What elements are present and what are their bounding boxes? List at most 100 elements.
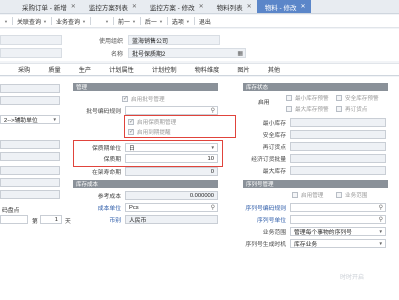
- options-button[interactable]: 选项 ▼: [168, 17, 194, 26]
- checkbox[interactable]: [292, 192, 298, 198]
- reorder-checkbox[interactable]: 再订货点: [336, 105, 367, 113]
- max-stock-warn-label: 最大库存预警: [295, 107, 329, 113]
- subtab-production[interactable]: 生产: [70, 65, 100, 74]
- tab-monitor-scheme-edit[interactable]: 监控方案 - 修改 ✕: [142, 0, 209, 13]
- subtab-purchase[interactable]: 采购: [0, 65, 39, 74]
- serial-gen-select[interactable]: 库存业务 ▼: [290, 239, 386, 248]
- serial-scope-value: 管理每个事物的序列号: [294, 230, 352, 236]
- tab-monitor-scheme-list[interactable]: 监控方案列表 ✕: [81, 0, 142, 13]
- related-query-button[interactable]: 关联查询 ▼: [13, 17, 51, 26]
- max-stock-label: 最大库存: [262, 169, 286, 175]
- multilang-icon[interactable]: ▦: [237, 50, 243, 57]
- enable-serial-checkbox[interactable]: 启用管理: [292, 191, 323, 199]
- left-field-4[interactable]: [0, 152, 60, 161]
- serial-unit-input[interactable]: ⚲: [290, 215, 386, 224]
- currency-value: 人民币: [129, 218, 147, 224]
- min-stock-input[interactable]: [290, 118, 386, 127]
- close-icon[interactable]: ✕: [199, 3, 204, 10]
- batch-rule-row: 批号编码规则 ⚲: [73, 106, 218, 115]
- search-icon[interactable]: ⚲: [379, 216, 383, 223]
- serial-scope-select[interactable]: 管理每个事物的序列号 ▼: [290, 227, 386, 236]
- chevron-down-icon: ▼: [81, 18, 86, 24]
- search-icon[interactable]: ⚲: [211, 107, 215, 114]
- cycle-count-field[interactable]: [0, 215, 28, 224]
- eoq-label: 经济订货批量: [251, 157, 286, 163]
- min-stock-warn-label: 最小库存预警: [295, 96, 329, 102]
- unique-checkbox[interactable]: 业务范围: [336, 191, 367, 199]
- ref-cost-input[interactable]: 0.000000: [125, 191, 218, 200]
- remind-label: 在架寿命期: [92, 170, 121, 176]
- ref-cost-value: 0.000000: [189, 192, 214, 199]
- cost-title: 库存成本: [76, 182, 99, 188]
- related-query-label: 关联查询: [16, 19, 41, 26]
- chevron-down-icon: ▼: [52, 117, 57, 122]
- tab-label: 监控方案列表: [88, 4, 128, 12]
- safe-stock-warn-label: 安全库存预警: [345, 96, 379, 102]
- safe-stock-checkbox[interactable]: 安全库存预警: [336, 94, 379, 102]
- serial-unit-label: 序列号单位: [257, 218, 286, 224]
- serial-unit-row: 序列号单位 ⚲: [243, 215, 386, 224]
- serial-rule-input[interactable]: ⚲: [290, 203, 386, 212]
- cycle-count-qty-input[interactable]: 1: [40, 215, 62, 224]
- checkbox[interactable]: [122, 95, 128, 102]
- left-field-2[interactable]: [0, 96, 60, 105]
- tab-material-edit[interactable]: 物料 - 修改 ✕: [256, 0, 311, 13]
- close-icon[interactable]: ✕: [247, 3, 252, 10]
- toolbar-blank-button[interactable]: ▼: [91, 19, 113, 24]
- chevron-down-icon: ▼: [185, 18, 190, 24]
- toolbar-dropdown-left[interactable]: ▼: [0, 19, 12, 24]
- tab-material-list[interactable]: 物料列表 ✕: [209, 0, 257, 13]
- batch-rule-input[interactable]: ⚲: [125, 106, 218, 115]
- subtab-image[interactable]: 图片: [228, 65, 258, 74]
- search-icon[interactable]: ⚲: [379, 204, 383, 211]
- search-icon[interactable]: ⚲: [211, 204, 215, 211]
- currency-input[interactable]: 人民币: [125, 215, 218, 224]
- ref-cost-label: 参考成本: [97, 194, 121, 200]
- left-field-6[interactable]: [0, 178, 60, 187]
- serial-rule-label: 序列号编码规则: [245, 206, 286, 212]
- eoq-row: 经济订货批量: [243, 154, 386, 163]
- exit-button[interactable]: 退出: [195, 17, 215, 26]
- eoq-input[interactable]: [290, 154, 386, 163]
- reorder-input[interactable]: [290, 142, 386, 151]
- left-field-7[interactable]: [0, 190, 60, 199]
- checkbox[interactable]: [336, 192, 342, 198]
- batch-rule-label: 批号编码规则: [86, 109, 121, 115]
- subtab-quality[interactable]: 质量: [39, 65, 69, 74]
- cost-unit-row: 成本单位 Pcs ⚲: [73, 203, 218, 212]
- name-field[interactable]: 批号保质期2 ▦: [128, 48, 246, 58]
- max-stock-input[interactable]: [290, 166, 386, 175]
- close-icon[interactable]: ✕: [132, 3, 137, 10]
- enable-batch-checkbox[interactable]: 启用批号管理: [122, 95, 165, 103]
- checkbox[interactable]: [286, 106, 292, 112]
- max-stock-checkbox[interactable]: 最大库存预警: [286, 105, 329, 113]
- min-stock-checkbox[interactable]: 最小库存预警: [286, 94, 329, 102]
- next-label: 后一: [144, 19, 157, 26]
- subtab-plan-attr[interactable]: 计划属性: [100, 65, 143, 74]
- safe-stock-input[interactable]: [290, 130, 386, 139]
- left-field-5[interactable]: [0, 166, 60, 175]
- cost-unit-input[interactable]: Pcs ⚲: [125, 203, 218, 212]
- business-query-button[interactable]: 业务查询 ▼: [52, 17, 90, 26]
- left-header-field-2[interactable]: [0, 48, 62, 58]
- cycle-count-unit: 天: [65, 219, 71, 225]
- close-icon[interactable]: ✕: [71, 3, 76, 10]
- checkbox[interactable]: [286, 95, 292, 101]
- tab-purchase-order-new[interactable]: 采购订单 - 新增 ✕: [14, 0, 81, 13]
- left-field-3[interactable]: [0, 140, 60, 149]
- close-icon[interactable]: ✕: [300, 3, 305, 10]
- checkbox[interactable]: [336, 95, 342, 101]
- left-field-1[interactable]: [0, 84, 60, 93]
- checkbox[interactable]: [336, 106, 342, 112]
- previous-button[interactable]: 前一 ▼: [114, 17, 140, 26]
- next-button[interactable]: 后一 ▼: [141, 17, 167, 26]
- subtab-material-dimension[interactable]: 物料维度: [186, 65, 229, 74]
- safe-stock-label: 安全库存: [262, 133, 286, 139]
- subtab-plan-control[interactable]: 计划控制: [143, 65, 186, 74]
- serial-rule-row: 序列号编码规则 ⚲: [243, 203, 386, 212]
- remind-input[interactable]: 0: [125, 167, 218, 176]
- subtab-other[interactable]: 其他: [259, 65, 289, 74]
- chevron-down-icon: ▼: [42, 18, 47, 24]
- left-header-field[interactable]: [0, 35, 62, 45]
- aux-unit-select[interactable]: 2-->辅助单位 ▼: [0, 115, 60, 124]
